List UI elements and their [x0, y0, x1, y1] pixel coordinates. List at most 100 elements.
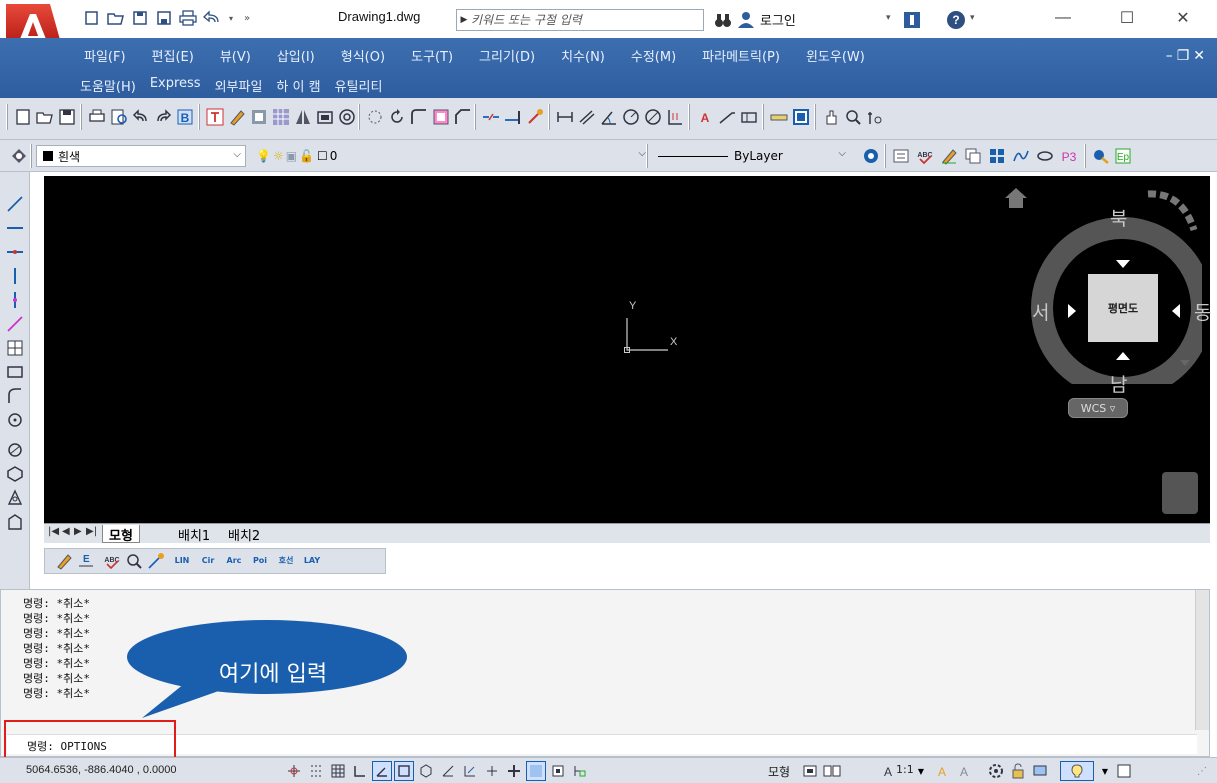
search-input[interactable]: [471, 13, 691, 27]
plot-preview-icon[interactable]: [108, 106, 130, 128]
wcs-menu-button[interactable]: WCS ▿: [1068, 398, 1128, 418]
document-window-controls[interactable]: –❐✕: [1166, 48, 1209, 64]
ray-icon[interactable]: [5, 314, 25, 334]
minimize-button[interactable]: —: [1040, 4, 1086, 32]
login-label[interactable]: 로그인: [760, 10, 796, 29]
text-icon[interactable]: [204, 106, 226, 128]
help-icon[interactable]: ?: [946, 10, 966, 30]
exchange-icon[interactable]: [902, 10, 922, 30]
viewport-freeze-icon[interactable]: ▣: [286, 149, 297, 163]
circle-diameter-icon[interactable]: [5, 440, 25, 460]
revision-cloud-icon[interactable]: [5, 488, 25, 508]
construction-line-icon[interactable]: [5, 218, 25, 238]
close-button[interactable]: ✕: [1160, 4, 1206, 32]
toolbar-lock-icon[interactable]: [1008, 761, 1028, 781]
arc-button[interactable]: Arc: [225, 552, 243, 570]
angular-dimension-icon[interactable]: [598, 106, 620, 128]
pencil-icon[interactable]: [226, 106, 248, 128]
annotation-scale-label[interactable]: 1:1: [896, 763, 914, 776]
arc-icon[interactable]: [5, 386, 25, 406]
status-menu-dropdown-icon[interactable]: ▼: [1100, 761, 1110, 781]
hoseon-button[interactable]: 호선: [277, 552, 295, 570]
make-current-layer-icon[interactable]: [860, 145, 882, 167]
first-tab-icon[interactable]: |◀: [48, 526, 59, 537]
user-icon[interactable]: [736, 10, 756, 30]
arrow-right-icon[interactable]: [1066, 302, 1078, 320]
more-commands-icon[interactable]: »: [240, 8, 254, 28]
layer-combo[interactable]: 💡 ☼ ▣ 🔓 ☐ 0 ⌵: [254, 145, 654, 167]
line-icon[interactable]: [5, 194, 25, 214]
compass-west-label[interactable]: 서: [1032, 298, 1049, 325]
arrow-up-icon[interactable]: [1114, 350, 1132, 362]
clean-screen-icon[interactable]: [1114, 761, 1134, 781]
ordinate-dimension-icon[interactable]: [664, 106, 686, 128]
menu-item-2[interactable]: 뷰(V): [220, 46, 251, 65]
quick-view-drawings-icon[interactable]: [822, 761, 842, 781]
p3-icon[interactable]: P3: [1058, 145, 1080, 167]
region-icon[interactable]: [5, 512, 25, 532]
chevron-down-icon[interactable]: ⌵: [838, 148, 846, 159]
command-scrollbar[interactable]: [1195, 590, 1209, 730]
otrack-icon[interactable]: [438, 761, 458, 781]
vertical-line-icon[interactable]: [5, 266, 25, 286]
drawing-canvas[interactable]: Y X 북 남 동 서 평면도 WCS ▿: [44, 176, 1211, 523]
spell-check-icon[interactable]: ABC: [103, 552, 121, 570]
print-icon[interactable]: [178, 8, 198, 28]
properties-icon[interactable]: [790, 106, 812, 128]
edit-text-icon[interactable]: [55, 552, 73, 570]
dynamic-ucs-icon[interactable]: [460, 761, 480, 781]
circle-icon[interactable]: [5, 410, 25, 430]
undo-icon[interactable]: [130, 106, 152, 128]
polar-tracking-icon[interactable]: [372, 761, 392, 781]
leader-icon[interactable]: [716, 106, 738, 128]
text-arrow-icon[interactable]: [147, 552, 165, 570]
save-icon[interactable]: [130, 8, 150, 28]
lay-button[interactable]: LAY: [303, 552, 321, 570]
menu-item-secondary-2[interactable]: 외부파일: [215, 76, 263, 95]
transparency-icon[interactable]: [526, 761, 546, 781]
explode-icon[interactable]: [524, 106, 546, 128]
tab-layout1[interactable]: 배치1: [172, 525, 216, 544]
text-height-icon[interactable]: E: [77, 552, 95, 570]
boundary-icon[interactable]: [430, 106, 452, 128]
search-expand-icon[interactable]: ▶: [457, 15, 471, 25]
layer-manager-icon[interactable]: [8, 145, 30, 167]
menu-item-secondary-0[interactable]: 도움말(H): [80, 76, 136, 95]
tolerance-icon[interactable]: [738, 106, 760, 128]
compass-north-label[interactable]: 북: [1110, 204, 1127, 231]
menu-item-4[interactable]: 형식(O): [341, 46, 385, 65]
polygon-icon[interactable]: [5, 464, 25, 484]
open-file-icon[interactable]: [106, 8, 126, 28]
new-icon[interactable]: [12, 106, 34, 128]
selection-cycling-icon[interactable]: [570, 761, 590, 781]
navigation-bar[interactable]: [1162, 472, 1198, 514]
workspace-gear-icon[interactable]: [986, 761, 1006, 781]
linear-dimension-icon[interactable]: [554, 106, 576, 128]
next-tab-icon[interactable]: ▶: [74, 526, 82, 537]
menu-item-6[interactable]: 그리기(D): [479, 46, 535, 65]
model-space-label[interactable]: 모형: [768, 763, 790, 780]
pan-icon[interactable]: [820, 106, 842, 128]
lineweight-icon[interactable]: [504, 761, 524, 781]
menu-item-9[interactable]: 파라메트릭(P): [702, 46, 780, 65]
hatch-icon[interactable]: [5, 338, 25, 358]
viewcube-menu-icon[interactable]: [1178, 358, 1192, 368]
grid-table-icon[interactable]: [986, 145, 1008, 167]
command-input-row[interactable]: 명령: OPTIONS: [7, 734, 1197, 754]
linetype-combo[interactable]: ByLayer ⌵: [654, 145, 854, 167]
diameter-dimension-icon[interactable]: [642, 106, 664, 128]
scale-dropdown-icon[interactable]: ▼: [916, 761, 926, 781]
menu-item-secondary-1[interactable]: Express: [150, 76, 201, 95]
auto-scale-icon[interactable]: A: [954, 761, 974, 781]
menu-item-10[interactable]: 윈도우(W): [806, 46, 865, 65]
object-snap-icon[interactable]: [394, 761, 414, 781]
block-icon[interactable]: B: [174, 106, 196, 128]
radius-dimension-icon[interactable]: [620, 106, 642, 128]
toolbar-grip[interactable]: [6, 104, 8, 130]
ellipse-icon[interactable]: [1034, 145, 1056, 167]
menu-item-8[interactable]: 수정(M): [631, 46, 676, 65]
arrow-left-icon[interactable]: [1170, 302, 1182, 320]
menu-item-3[interactable]: 삽입(I): [277, 46, 315, 65]
dynamic-input-icon[interactable]: [482, 761, 502, 781]
table-icon[interactable]: [270, 106, 292, 128]
